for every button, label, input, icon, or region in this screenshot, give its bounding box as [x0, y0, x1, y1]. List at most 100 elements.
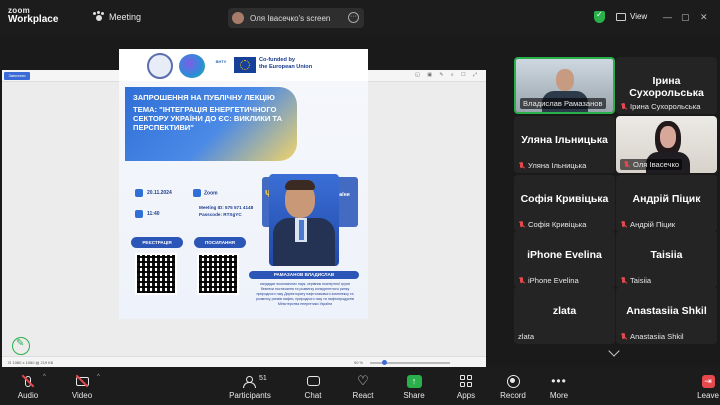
eu-flag-icon	[234, 57, 256, 73]
participants-count: 51	[259, 375, 267, 382]
participant-name-label: Оля Івасечко	[620, 159, 683, 170]
chevron-down-icon[interactable]	[608, 345, 620, 357]
share-button[interactable]: ↑ Share	[400, 373, 428, 400]
participant-name-label: Taisiia	[620, 276, 651, 285]
globe-logo-icon	[179, 54, 205, 78]
annotate-pen-icon[interactable]	[12, 337, 30, 355]
chat-bubble-icon	[306, 376, 320, 386]
logo-line2: Workplace	[8, 14, 59, 25]
audio-button[interactable]: Audio	[14, 373, 42, 400]
view-label: View	[630, 12, 648, 21]
record-label: Record	[500, 391, 526, 400]
paw-icon	[93, 11, 104, 22]
video-label: Video	[71, 391, 93, 400]
platform-text: Zoom	[204, 190, 218, 197]
mic-muted-icon	[518, 220, 525, 229]
apps-button[interactable]: Apps	[453, 373, 479, 400]
participant-tile[interactable]: Софія Кривіцька Софія Кривіцька	[514, 175, 615, 232]
participant-label-text: zlata	[518, 332, 535, 341]
meeting-toolbar: Audio ^ Video ^ 51 Participants Chat ♡ R…	[0, 367, 720, 405]
apps-grid-icon	[460, 375, 472, 387]
speaker-name: РАМАЗАНОВ ВЛАДИСЛАВ	[249, 271, 359, 279]
participant-label-text: Андрій Піцик	[630, 220, 676, 229]
participants-label: Participants	[229, 391, 271, 400]
participant-label-text: Уляна Ільницька	[528, 161, 587, 170]
more-label: More	[549, 391, 569, 400]
date-text: 20.11.2024	[147, 190, 172, 196]
leave-button[interactable]: ⇥ Leave	[696, 373, 720, 400]
participant-name-label: Уляна Ільницька	[518, 161, 586, 170]
video-button[interactable]: Video	[68, 373, 96, 400]
participant-name-label: Anastasiia Shkil	[620, 332, 684, 341]
record-button[interactable]: Record	[497, 373, 529, 400]
view-button[interactable]: View	[616, 12, 647, 21]
mic-muted-icon	[620, 332, 627, 341]
video-options-caret-icon[interactable]: ^	[97, 374, 100, 380]
participant-name-label: Ірина Сухорольська	[620, 102, 700, 111]
share-label: Share	[403, 391, 425, 400]
participant-label-text: Владислав Рамазанов	[520, 98, 606, 109]
grid-icon	[616, 12, 626, 21]
maximize-button[interactable]: ▢	[681, 12, 690, 23]
avatar	[232, 12, 244, 24]
poster-meeting-info: Meeting ID: 575 571 4148 Passcode: RTXgY…	[199, 204, 253, 218]
close-button[interactable]: ✕	[700, 12, 708, 23]
heart-icon: ♡	[357, 373, 369, 388]
zoom-level[interactable]: 90 %	[354, 360, 363, 365]
ellipsis-icon: •••	[551, 374, 567, 388]
chat-button[interactable]: Chat	[300, 373, 326, 400]
link-button: ПОСИЛАННЯ	[194, 237, 246, 248]
participant-name-label: Владислав Рамазанов	[520, 98, 606, 109]
partner-logo: ВНТУ	[215, 59, 227, 64]
screen-share-indicator[interactable]: Оля Івасечко's screen ···	[228, 8, 364, 28]
top-bar: zoom Workplace Meeting Оля Івасечко's sc…	[0, 0, 720, 36]
participants-button[interactable]: 51 Participants	[226, 373, 274, 400]
poster-platform: Zoom	[193, 189, 218, 197]
participant-display-name: Taisiia	[650, 249, 683, 261]
meeting-label: Meeting	[109, 11, 142, 22]
zoom-slider-handle[interactable]	[382, 360, 387, 365]
participant-tile[interactable]: Taisiia Taisiia	[616, 231, 717, 288]
apps-label: Apps	[456, 391, 476, 400]
poster-image: ВНТУ Co-funded by the European Union ЗАП…	[119, 49, 368, 319]
record-icon	[506, 374, 520, 388]
viewer-toolbar-icons[interactable]: ◱ ▣ ✎ ⌕ ☐ ⤢	[415, 72, 480, 78]
participant-label-text: Anastasiia Shkil	[630, 332, 684, 341]
more-options-icon[interactable]: ···	[348, 12, 359, 23]
participant-label-text: Ірина Сухорольська	[630, 102, 701, 111]
zoom-logo: zoom Workplace	[8, 6, 59, 25]
participant-label-text: Софія Кривіцька	[528, 220, 587, 229]
screen-owner-label: Оля Івасечко's screen	[250, 13, 331, 23]
leave-door-icon: ⇥	[701, 374, 715, 388]
participant-tile[interactable]: Андрій Піцик Андрій Піцик	[616, 175, 717, 232]
participant-name-label: zlata	[518, 332, 534, 341]
poster-date: 20.11.2024	[135, 189, 172, 197]
register-button: РЕЄСТРАЦІЯ	[131, 237, 183, 248]
participant-tile[interactable]: Уляна Ільницька Уляна Ільницька	[514, 116, 615, 173]
more-button[interactable]: ••• More	[546, 373, 572, 400]
video-camera-icon	[193, 189, 201, 197]
people-icon	[243, 376, 257, 388]
participant-tile[interactable]: Anastasiia Shkil Anastasiia Shkil	[616, 287, 717, 344]
time-text: 11:40	[147, 211, 160, 217]
participant-tile[interactable]: Оля Івасечко	[616, 116, 717, 173]
shield-icon[interactable]	[594, 10, 605, 23]
viewer-ask-button[interactable]: Запитати	[4, 72, 30, 80]
meeting-id: Meeting ID: 575 571 4148	[199, 205, 254, 210]
poster-topic: ТЕМА: "ІНТЕГРАЦІЯ ЕНЕРГЕТИЧНОГО СЕКТОРУ …	[133, 105, 283, 132]
audio-options-caret-icon[interactable]: ^	[43, 374, 46, 380]
react-button[interactable]: ♡ React	[349, 373, 377, 401]
speaker-photo	[269, 174, 339, 266]
participant-tile[interactable]: Ірина Сухорольська Ірина Сухорольська	[616, 57, 717, 114]
participant-tile[interactable]: iPhone Evelina iPhone Evelina	[514, 231, 615, 288]
minimize-button[interactable]: —	[663, 12, 672, 22]
participant-display-name: zlata	[552, 305, 577, 317]
participant-tile[interactable]: Владислав Рамазанов	[514, 57, 615, 114]
meeting-menu-button[interactable]: Meeting	[93, 11, 141, 22]
image-dimensions: ⊡ 1080 x 1080 ▤ 219 КБ	[8, 360, 54, 365]
chat-label: Chat	[304, 391, 322, 400]
zoom-slider[interactable]	[370, 360, 450, 365]
clock-icon	[135, 210, 143, 218]
participant-tile[interactable]: zlata zlata	[514, 287, 615, 344]
participant-label-text: iPhone Evelina	[528, 276, 579, 285]
